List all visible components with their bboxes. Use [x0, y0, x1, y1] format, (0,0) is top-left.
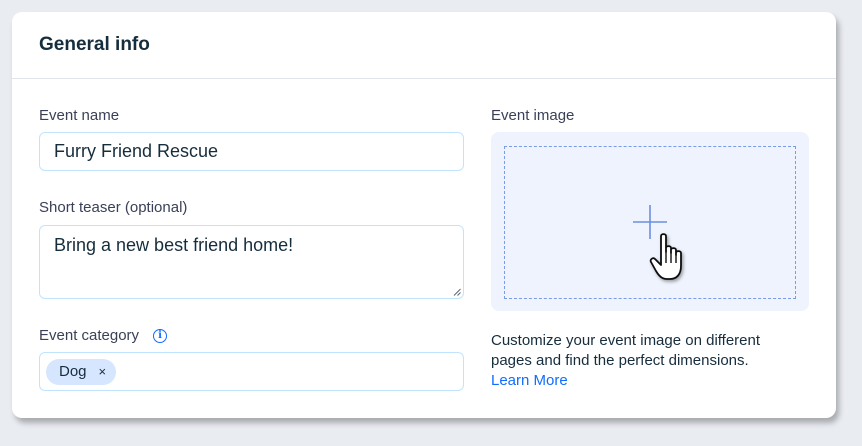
event-name-input[interactable]: Furry Friend Rescue: [39, 132, 464, 171]
hand-pointer-icon: [649, 233, 682, 280]
event-image-helper-text: Customize your event image on different …: [491, 331, 760, 391]
helper-line-1: Customize your event image on different: [491, 332, 761, 349]
card-header: General info: [12, 12, 836, 79]
event-category-input[interactable]: Dog ×: [39, 352, 464, 391]
info-icon[interactable]: i: [153, 329, 167, 343]
event-image-label: Event image: [491, 107, 575, 124]
remove-tag-button[interactable]: ×: [99, 364, 107, 379]
event-image-uploader[interactable]: [491, 132, 809, 311]
short-teaser-value: Bring a new best friend home!: [54, 235, 294, 255]
resize-grip-icon[interactable]: [453, 288, 461, 296]
category-tag-dog: Dog ×: [46, 358, 117, 385]
short-teaser-textarea[interactable]: Bring a new best friend home!: [39, 225, 464, 299]
general-info-card: General info Event name Furry Friend Res…: [12, 12, 836, 418]
event-category-label: Event category: [39, 327, 140, 344]
category-tag-label: Dog: [59, 363, 87, 380]
event-name-label: Event name: [39, 107, 120, 124]
event-name-value: Furry Friend Rescue: [54, 141, 219, 161]
learn-more-link[interactable]: Learn More: [491, 371, 760, 391]
card-title: General info: [39, 34, 150, 55]
helper-line-2: pages and find the perfect dimensions.: [491, 352, 749, 369]
short-teaser-label: Short teaser (optional): [39, 199, 188, 216]
